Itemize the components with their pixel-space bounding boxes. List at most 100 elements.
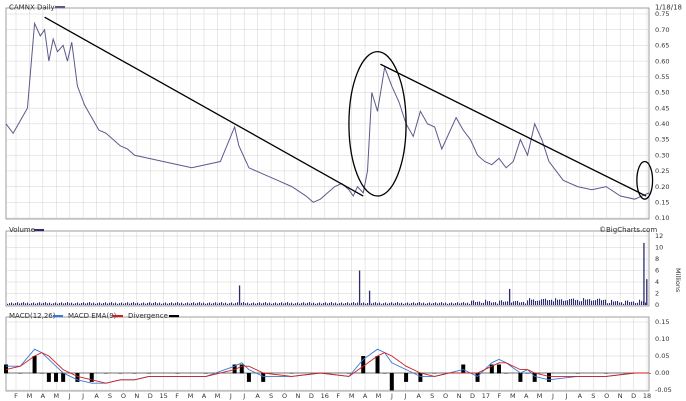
volume-bar [201, 303, 203, 305]
volume-bar [443, 303, 445, 305]
volume-bar [55, 302, 57, 305]
volume-bar [269, 302, 271, 305]
volume-bar [327, 303, 329, 305]
divergence-bar [461, 364, 466, 374]
volume-bar [365, 303, 367, 305]
price-y-tick: 0.35 [655, 136, 669, 144]
volume-bar [211, 303, 213, 305]
volume-bar [93, 302, 95, 305]
volume-bar [321, 303, 323, 305]
volume-bar [173, 303, 175, 305]
volume-bar [403, 303, 405, 305]
volume-bar [103, 302, 105, 305]
volume-bar [329, 302, 331, 305]
volume-bar [387, 303, 389, 305]
x-tick-label: A [41, 392, 46, 400]
volume-bar [499, 300, 501, 305]
volume-bar [475, 302, 477, 305]
volume-bar [215, 302, 217, 305]
volume-bar [615, 301, 617, 305]
volume-bar [279, 302, 281, 305]
x-tick-label: 17 [482, 392, 490, 400]
volume-bar [571, 298, 573, 305]
volume-bar [91, 303, 93, 305]
volume-bar [121, 302, 123, 305]
volume-bar [79, 303, 81, 305]
divergence-bar [389, 373, 394, 391]
volume-bar [175, 302, 177, 305]
volume-bar [525, 303, 527, 305]
volume-bar [393, 303, 395, 305]
chart-date: 1/18/18 [655, 4, 682, 12]
volume-bar [237, 302, 239, 305]
volume-y-tick: 10 [655, 244, 663, 252]
volume-bar [295, 303, 297, 305]
volume-bar [61, 302, 63, 305]
volume-panel-title: Volume [9, 226, 35, 234]
price-y-tick: 0.45 [655, 104, 669, 112]
volume-bar [87, 302, 89, 305]
volume-bar [545, 298, 547, 305]
x-tick-label: M [510, 392, 516, 400]
volume-bar [435, 302, 437, 305]
volume-bar [197, 302, 199, 305]
x-tick-label: 15 [160, 392, 168, 400]
volume-bar [397, 302, 399, 305]
x-tick-label: J [229, 392, 232, 400]
x-tick-label: F [497, 392, 501, 400]
volume-bar [561, 299, 563, 305]
volume-bar [261, 303, 263, 305]
volume-bar [409, 303, 411, 305]
divergence-bar [546, 373, 551, 382]
volume-bar [335, 302, 337, 305]
price-y-tick: 0.70 [655, 26, 669, 34]
volume-bar [389, 302, 391, 305]
volume-bar [471, 300, 473, 305]
x-tick-label: N [618, 392, 623, 400]
volume-bar [425, 303, 427, 305]
volume-bar [41, 303, 43, 305]
volume-bar [305, 303, 307, 305]
volume-bar [453, 303, 455, 305]
volume-bar [287, 302, 289, 305]
volume-bar [289, 303, 291, 305]
volume-bar [521, 302, 523, 305]
volume-bar [399, 303, 401, 305]
volume-bar [139, 303, 141, 305]
macd-y-tick: 0.00 [655, 369, 669, 377]
volume-bar [419, 302, 421, 305]
volume-bar [505, 301, 507, 305]
divergence-bar [475, 373, 480, 382]
volume-bar [497, 303, 499, 305]
volume-bar [535, 301, 537, 305]
volume-bar [141, 303, 143, 305]
volume-bar [83, 302, 85, 305]
price-y-tick: 0.55 [655, 73, 669, 81]
volume-bar [635, 303, 637, 305]
volume-bar [185, 303, 187, 305]
x-tick-label: M [349, 392, 355, 400]
divergence-bar [418, 373, 423, 382]
volume-bar [583, 298, 585, 305]
volume-bar [31, 303, 33, 305]
volume-bar [89, 302, 91, 305]
volume-bar [433, 302, 435, 305]
x-tick-label: D [631, 392, 636, 400]
volume-bar [59, 302, 61, 305]
volume-bar [195, 303, 197, 305]
x-tick-label: M [537, 392, 543, 400]
x-tick-label: J [242, 392, 245, 400]
volume-bar [351, 302, 353, 305]
x-tick-label: A [94, 392, 99, 400]
volume-bar [147, 302, 149, 305]
macd-y-tick: 0.05 [655, 352, 669, 360]
volume-bar [311, 303, 313, 305]
price-y-tick: 0.40 [655, 120, 669, 128]
volume-spike [646, 279, 648, 305]
volume-bar [163, 303, 165, 305]
volume-bar [625, 300, 627, 305]
volume-bar [579, 301, 581, 305]
divergence-bar [46, 373, 51, 382]
volume-bar [347, 302, 349, 305]
volume-bar [361, 303, 363, 305]
